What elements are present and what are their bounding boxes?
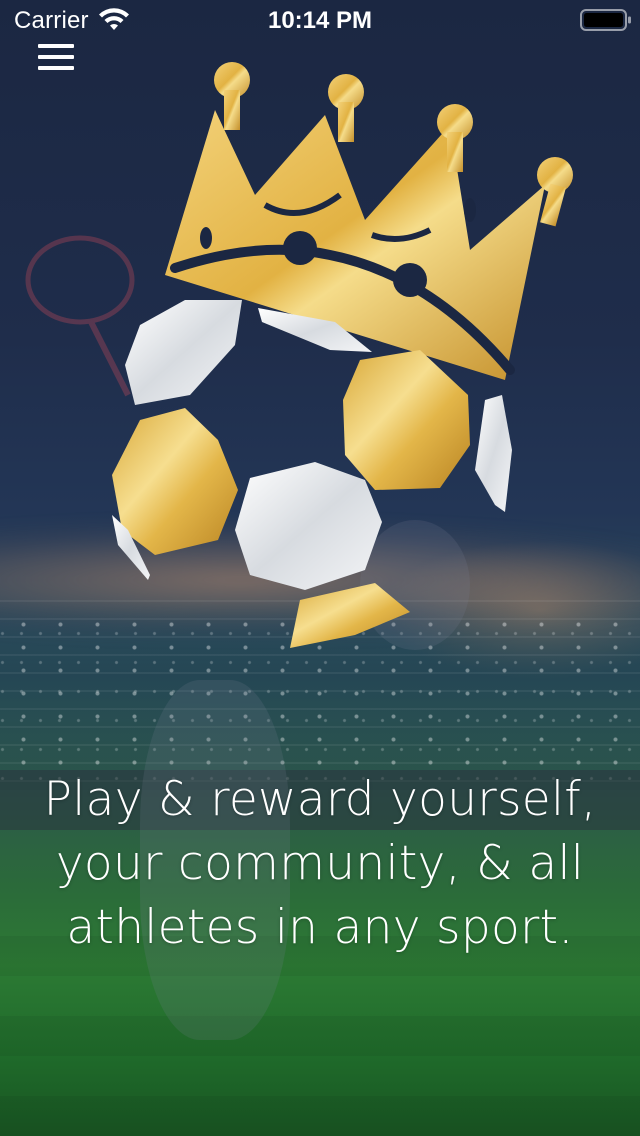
battery-full-icon: [580, 9, 631, 31]
menu-bar: [38, 66, 74, 70]
status-bar: Carrier 10:14 PM: [0, 0, 640, 40]
clock: 10:14 PM: [267, 7, 373, 34]
tagline: Play & reward yourself, your community, …: [43, 772, 597, 955]
menu-bar: [38, 44, 74, 48]
hamburger-menu-icon[interactable]: [32, 38, 80, 76]
splash-screen: Carrier 10:14 PM Play & reward yourself,…: [0, 0, 640, 1136]
menu-bar: [38, 55, 74, 59]
crowned-soccer-ball-logo: [112, 62, 573, 648]
